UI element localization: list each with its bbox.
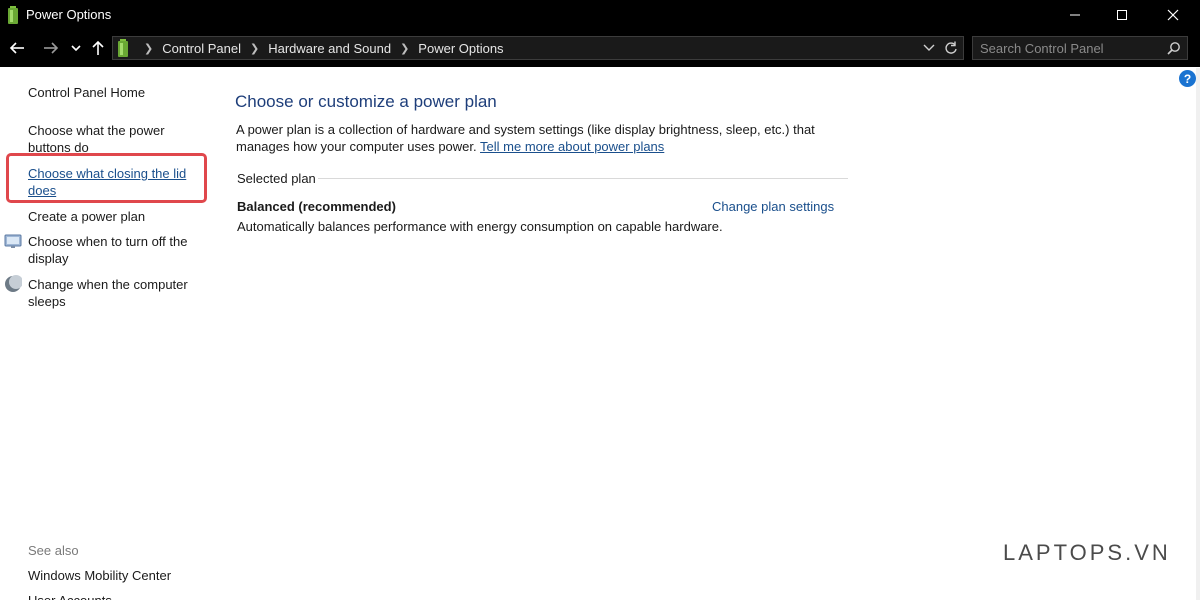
up-button[interactable] [88, 36, 108, 60]
chevron-right-icon[interactable]: ❯ [250, 42, 259, 55]
address-bar[interactable]: ❯ Control Panel ❯ Hardware and Sound ❯ P… [112, 36, 964, 60]
chevron-down-icon [923, 44, 935, 51]
maximize-button[interactable] [1097, 0, 1147, 30]
power-buttons-link[interactable]: Choose what the power buttons do [28, 122, 178, 156]
user-accounts-link[interactable]: User Accounts [28, 592, 112, 600]
page-title: Choose or customize a power plan [235, 92, 497, 111]
plan-name: Balanced (recommended) [237, 199, 396, 214]
chevron-right-icon[interactable]: ❯ [400, 42, 409, 55]
breadcrumb-hardware-and-sound[interactable]: Hardware and Sound [268, 41, 391, 56]
back-button[interactable] [6, 36, 28, 60]
breadcrumb-control-panel[interactable]: Control Panel [162, 41, 241, 56]
arrow-up-icon [92, 40, 104, 55]
search-box[interactable] [972, 36, 1188, 60]
plan-description: Automatically balances performance with … [237, 219, 723, 234]
arrow-left-icon [9, 42, 24, 54]
display-icon [4, 234, 22, 248]
navigation-bar: ❯ Control Panel ❯ Hardware and Sound ❯ P… [0, 30, 1200, 67]
moon-icon [5, 275, 22, 292]
breadcrumb-power-options[interactable]: Power Options [418, 41, 503, 56]
chevron-down-icon [71, 45, 81, 52]
recent-locations-button[interactable] [68, 36, 84, 60]
learn-more-link[interactable]: Tell me more about power plans [480, 139, 664, 154]
close-icon [1167, 9, 1179, 21]
forward-button[interactable] [40, 36, 62, 60]
windows-mobility-center-link[interactable]: Windows Mobility Center [28, 567, 171, 584]
search-icon[interactable] [1167, 41, 1181, 55]
selected-plan-heading: Selected plan [237, 171, 316, 186]
breadcrumb: ❯ Control Panel ❯ Hardware and Sound ❯ P… [135, 37, 504, 59]
scrollbar[interactable] [1196, 68, 1200, 600]
battery-icon [118, 39, 128, 57]
see-also-heading: See also [28, 543, 79, 558]
search-input[interactable] [973, 37, 1163, 59]
divider [318, 178, 848, 179]
address-history-button[interactable] [921, 40, 937, 56]
help-button[interactable]: ? [1179, 70, 1196, 87]
watermark-logo: LAPTOPS.VN [1003, 540, 1171, 565]
title-bar: Power Options [0, 0, 1200, 30]
task-pane: Control Panel Home Choose what the power… [0, 67, 215, 600]
close-button[interactable] [1148, 0, 1198, 30]
turn-off-display-link[interactable]: Choose when to turn off the display [28, 233, 198, 267]
minimize-icon [1070, 14, 1080, 16]
chevron-right-icon[interactable]: ❯ [144, 42, 153, 55]
arrow-right-icon [44, 42, 59, 54]
battery-icon [8, 6, 18, 24]
minimize-button[interactable] [1050, 0, 1100, 30]
control-panel-home-link[interactable]: Control Panel Home [28, 84, 145, 101]
computer-sleeps-link[interactable]: Change when the computer sleeps [28, 276, 198, 310]
window-title: Power Options [26, 7, 112, 22]
refresh-icon [945, 41, 957, 54]
change-plan-settings-link[interactable]: Change plan settings [712, 199, 834, 214]
refresh-button[interactable] [942, 40, 960, 56]
closing-lid-link[interactable]: Choose what closing the lid does [28, 165, 198, 199]
create-power-plan-link[interactable]: Create a power plan [28, 208, 145, 225]
page-description: A power plan is a collection of hardware… [236, 121, 826, 155]
maximize-icon [1117, 10, 1127, 20]
